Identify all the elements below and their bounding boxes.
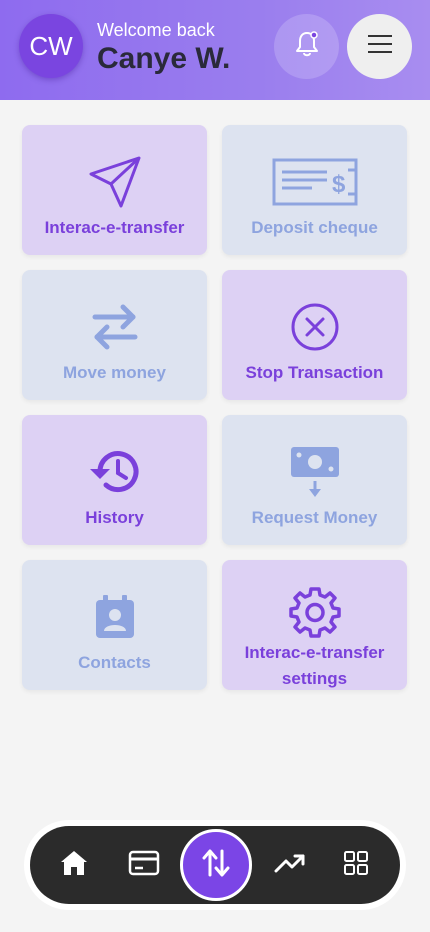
bottom-nav-bar	[30, 826, 400, 904]
transfer-icon	[202, 848, 230, 883]
tile-interac-settings[interactable]: Interac-e-transfer settings	[222, 560, 407, 690]
tile-deposit-cheque[interactable]: $ Deposit cheque	[222, 125, 407, 255]
nav-home[interactable]	[44, 826, 104, 904]
swap-arrows-icon	[91, 298, 139, 356]
tile-contacts[interactable]: Contacts	[22, 560, 207, 690]
gear-icon	[288, 586, 341, 638]
user-name: Canye W.	[97, 42, 231, 75]
avatar[interactable]: CW	[19, 14, 83, 78]
tile-label: Interac-e-transfer settings	[244, 643, 385, 688]
trending-up-icon	[274, 853, 306, 878]
tile-history[interactable]: History	[22, 415, 207, 545]
contacts-icon	[93, 588, 137, 646]
tile-stop-transaction[interactable]: Stop Transaction	[222, 270, 407, 400]
history-icon	[88, 443, 142, 501]
app-header: CW Welcome back Canye W.	[0, 0, 430, 100]
nav-cards[interactable]	[114, 826, 174, 904]
paper-plane-icon	[87, 153, 143, 211]
tile-label: Stop Transaction	[245, 363, 384, 382]
cancel-circle-icon	[290, 298, 340, 356]
card-icon	[128, 850, 160, 881]
cheque-icon: $	[272, 153, 358, 211]
bell-icon	[294, 30, 320, 63]
tile-label: Deposit cheque	[251, 218, 378, 237]
nav-more[interactable]	[326, 826, 386, 904]
cash-request-icon	[289, 443, 341, 501]
home-icon	[59, 849, 89, 882]
svg-text:$: $	[332, 171, 346, 198]
tile-move-money[interactable]: Move money	[22, 270, 207, 400]
tile-interac-e-transfer[interactable]: Interac-e-transfer	[22, 125, 207, 255]
nav-trends[interactable]	[260, 826, 320, 904]
hamburger-menu-icon	[367, 34, 393, 59]
notifications-button[interactable]	[274, 14, 339, 79]
tile-label: Interac-e-transfer	[44, 218, 185, 237]
welcome-text: Welcome back	[97, 20, 215, 40]
tile-label: History	[85, 508, 144, 527]
menu-button[interactable]	[347, 14, 412, 79]
tile-label: Request Money	[251, 508, 378, 527]
tile-request-money[interactable]: Request Money	[222, 415, 407, 545]
nav-transfer[interactable]	[180, 829, 252, 901]
bottom-nav	[24, 820, 406, 910]
grid-icon	[343, 850, 369, 881]
tile-label: Move money	[63, 363, 166, 382]
tile-label: Contacts	[78, 653, 151, 672]
